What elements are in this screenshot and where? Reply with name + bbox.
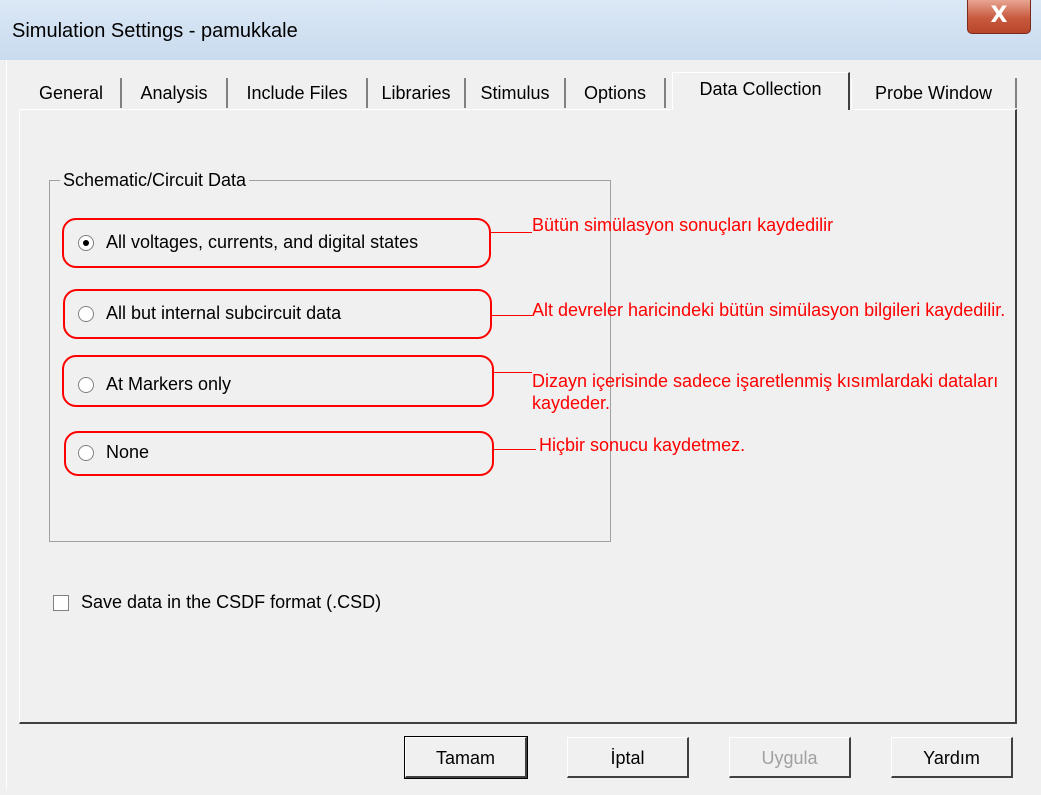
- radio-label: All voltages, currents, and digital stat…: [106, 232, 419, 252]
- radio-all-but-subcircuit[interactable]: All but internal subcircuit data: [78, 303, 341, 324]
- apply-button[interactable]: Uygula: [729, 737, 851, 778]
- annotation-line: [491, 232, 532, 233]
- close-button[interactable]: X: [967, 0, 1031, 34]
- csdf-checkbox-label: Save data in the CSDF format (.CSD): [81, 592, 382, 612]
- tab-data-collection[interactable]: Data Collection: [672, 72, 850, 110]
- group-label: Schematic/Circuit Data: [60, 170, 250, 191]
- radio-label: At Markers only: [106, 374, 232, 394]
- title-bar[interactable]: Simulation Settings - pamukkale X: [0, 0, 1041, 60]
- annotation-text: Dizayn içerisinde sadece işaretlenmiş kı…: [532, 371, 999, 413]
- cancel-button[interactable]: İptal: [567, 737, 689, 778]
- dialog-window: Simulation Settings - pamukkale X Genera…: [0, 0, 1041, 795]
- tab-options[interactable]: Options: [566, 78, 666, 108]
- annotation-line: [494, 372, 532, 373]
- annotation-text: Hiçbir sonucu kaydetmez.: [539, 435, 746, 455]
- help-button[interactable]: Yardım: [891, 737, 1013, 778]
- tab-include-files[interactable]: Include Files: [228, 78, 368, 108]
- radio-markers-only[interactable]: At Markers only: [78, 374, 231, 395]
- radio-button[interactable]: [78, 376, 94, 393]
- radio-none[interactable]: None: [78, 442, 149, 463]
- close-icon: X: [990, 3, 1008, 28]
- ok-button[interactable]: Tamam: [404, 736, 528, 779]
- tab-stimulus[interactable]: Stimulus: [466, 78, 566, 108]
- annotation-text: Bütün simülasyon sonuçları kaydedilir: [532, 215, 834, 235]
- csdf-checkbox-row[interactable]: Save data in the CSDF format (.CSD): [53, 592, 381, 613]
- tab-general[interactable]: General: [22, 78, 122, 108]
- annotation-line: [494, 449, 536, 450]
- tab-analysis[interactable]: Analysis: [122, 78, 228, 108]
- radio-all-voltages[interactable]: All voltages, currents, and digital stat…: [78, 232, 418, 253]
- radio-button[interactable]: [78, 234, 94, 251]
- radio-button[interactable]: [78, 305, 94, 322]
- tab-probe-window[interactable]: Probe Window: [851, 78, 1017, 108]
- radio-button[interactable]: [78, 444, 94, 461]
- tab-libraries[interactable]: Libraries: [368, 78, 466, 108]
- annotation-text: Alt devreler haricindeki bütün simülasyo…: [532, 300, 1006, 320]
- window-title: Simulation Settings - pamukkale: [12, 20, 298, 42]
- annotation-line: [492, 315, 532, 316]
- csdf-checkbox[interactable]: [53, 594, 69, 611]
- radio-label: None: [106, 442, 150, 462]
- radio-label: All but internal subcircuit data: [106, 303, 342, 323]
